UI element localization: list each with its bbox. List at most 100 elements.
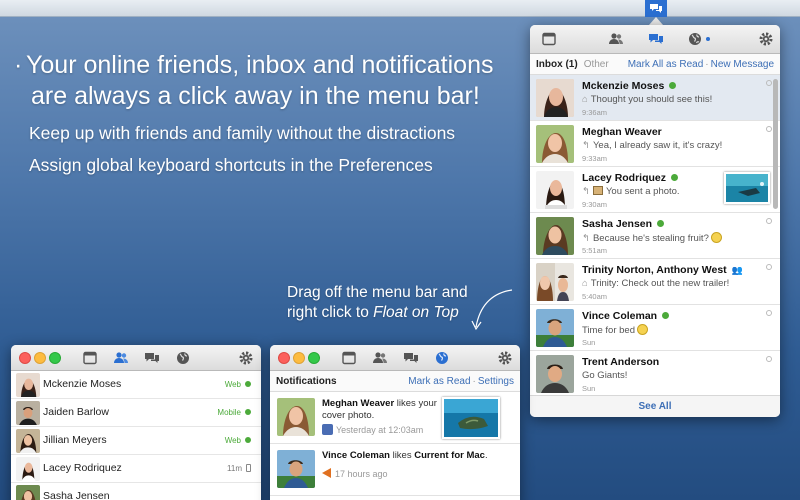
friend-row[interactable]: Sasha Jensen [11,483,261,500]
headline: · Your online friends, inbox and notifica… [14,51,494,110]
globe-icon[interactable] [175,350,191,366]
friend-status: 11m [227,464,242,473]
subline-friends: Keep up with friends and family without … [29,123,456,143]
notification-time: Yesterday at 12:03am [336,425,424,435]
avatar [536,355,574,393]
globe-icon[interactable] [687,31,703,47]
friends-icon[interactable] [608,31,624,47]
messages-icon[interactable] [403,350,419,366]
close-button[interactable] [19,352,31,364]
message-time: 5:51am [582,246,608,255]
minimize-button[interactable] [293,352,305,364]
photo-thumbnail[interactable] [724,172,770,204]
friend-status: Mobile [217,408,241,417]
window-icon[interactable] [341,350,357,366]
message-time: Sun [582,338,596,347]
friend-row[interactable]: Jillian Meyers Web [11,427,261,455]
notifications-window: Notifications Mark as Read · Settings Megh… [270,345,520,500]
messages-icon[interactable] [144,350,160,366]
minimize-button[interactable] [34,352,46,364]
avatar [277,398,315,436]
notification-actor: Meghan Weaver [322,398,395,409]
message-row[interactable]: Trent Anderson Go Giants! Sun [530,351,780,395]
row-options-icon[interactable] [766,310,772,316]
new-message-link[interactable]: New Message [711,59,774,70]
notification-row[interactable]: Vince Coleman likes Current for Mac. 17 … [270,444,520,496]
message-snippet: Trinity: Check out the new trailer! [590,278,730,289]
message-row[interactable]: Meghan Weaver ↰ Yea, I already saw it, it… [530,121,780,167]
photo-icon [592,186,603,195]
avatar [277,450,315,488]
menubar-messages-icon[interactable] [645,0,667,17]
friends-icon[interactable] [372,350,388,366]
friend-name: Jaiden Barlow [43,406,109,418]
notification-dot [706,37,710,41]
message-row[interactable]: Mckenzie Moses ⌂ Thought you should see t… [530,75,780,121]
friend-name: Jillian Meyers [43,434,107,446]
tab-other[interactable]: Other [584,59,609,70]
messages-icon[interactable] [648,31,664,47]
reply-icon: ↰ [582,140,590,151]
message-time: Sun [582,384,596,393]
friends-window: Mckenzie Moses Web Jaiden Barlow Mobile … [11,345,261,500]
message-list[interactable]: Mckenzie Moses ⌂ Thought you should see t… [530,75,780,395]
row-options-icon[interactable] [766,126,772,132]
notification-row[interactable]: Meghan Weaver likes your cover photo. Ye… [270,392,520,444]
message-snippet: Because he's stealing fruit? [592,233,709,244]
friend-row[interactable]: Mckenzie Moses Web [11,371,261,399]
globe-icon[interactable] [434,350,450,366]
sender-name: Trinity Norton, Anthony West [582,264,727,276]
gear-icon[interactable] [238,350,254,366]
online-indicator [657,220,665,227]
settings-link[interactable]: Settings [478,376,514,387]
scrollbar-thumb[interactable] [773,79,778,209]
message-row[interactable]: Lacey Rodriquez ↰ You sent a photo. 9:30a… [530,167,780,213]
message-row[interactable]: Vince Coleman Time for bed Sun [530,305,780,351]
online-indicator [245,381,251,387]
message-row[interactable]: Trinity Norton, Anthony West 👥 ⌂ Trinity: … [530,259,780,305]
row-options-icon[interactable] [766,80,772,86]
row-options-icon[interactable] [766,356,772,362]
row-options-icon[interactable] [766,218,772,224]
sender-name: Sasha Jensen [582,218,653,230]
mark-all-read-link[interactable]: Mark All as Read [628,59,704,70]
photo-thumbnail[interactable] [442,397,500,439]
notification-actor: Vince Coleman [322,450,390,461]
message-snippet: Thought you should see this! [590,94,713,105]
see-all-link[interactable]: See All [530,395,780,417]
message-row[interactable]: Sasha Jensen ↰ Because he's stealing frui… [530,213,780,259]
friend-name: Mckenzie Moses [43,378,122,390]
sender-name: Trent Anderson [582,356,660,368]
message-time: 5:40am [582,292,608,301]
online-indicator [671,174,679,181]
zoom-button[interactable] [49,352,61,364]
megaphone-icon [322,468,331,478]
gear-icon[interactable] [497,350,513,366]
friend-row[interactable]: Jaiden Barlow Mobile [11,399,261,427]
close-button[interactable] [278,352,290,364]
friend-status: Web [224,436,241,445]
notifications-toolbar [270,345,520,371]
friend-row[interactable]: Lacey Rodriquez 11m [11,455,261,483]
zoom-button[interactable] [308,352,320,364]
friends-icon[interactable] [113,350,129,366]
message-snippet: Time for bed [582,325,635,336]
window-icon[interactable] [82,350,98,366]
popover-arrow [649,17,663,25]
notifications-header: Notifications Mark as Read · Settings [270,371,520,392]
attachment-icon: ⌂ [582,278,588,289]
friend-status: Web [224,380,241,389]
tab-inbox[interactable]: Inbox (1) [536,59,578,70]
avatar [16,457,40,481]
gear-icon[interactable] [758,31,774,47]
row-options-icon[interactable] [766,264,772,270]
online-indicator [669,82,677,89]
avatar [536,217,574,255]
avatar [536,309,574,347]
window-icon[interactable] [541,31,557,47]
avatar [16,373,40,397]
online-indicator [245,409,251,415]
avatar [16,485,40,500]
online-indicator [662,312,670,319]
mark-as-read-link[interactable]: Mark as Read [408,376,470,387]
